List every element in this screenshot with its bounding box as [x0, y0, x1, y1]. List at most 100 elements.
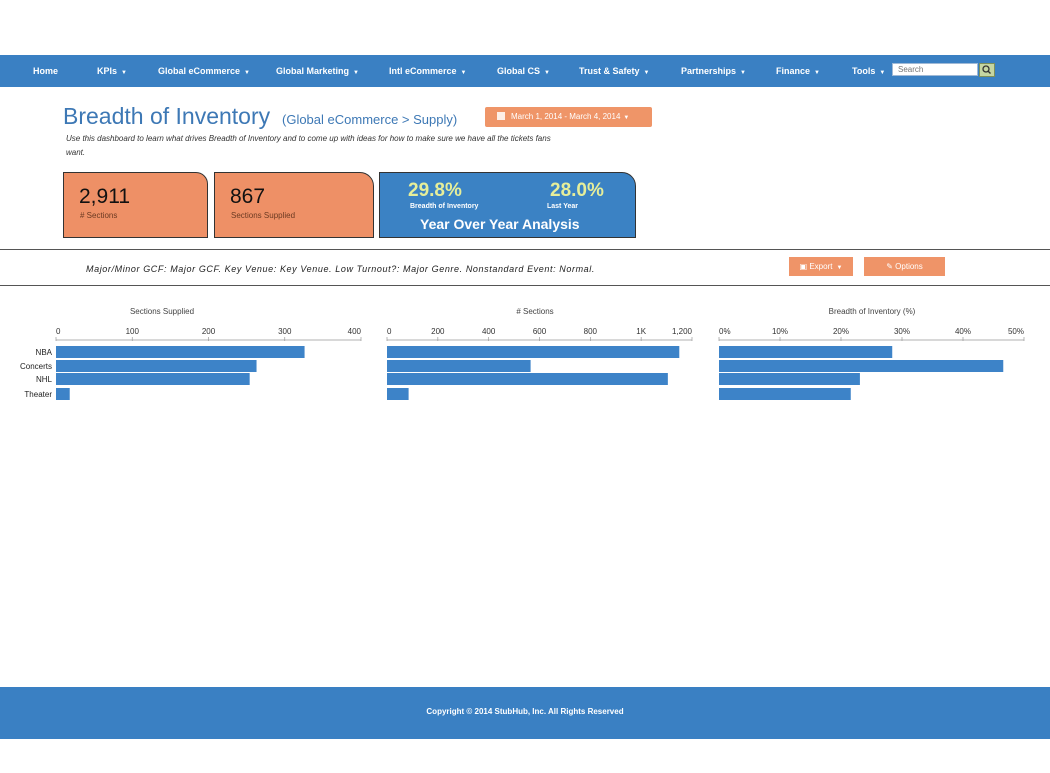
export-button[interactable]: ▣ Export ▼	[789, 257, 853, 276]
bar-nba[interactable]	[56, 346, 305, 358]
bar-nba[interactable]	[387, 346, 680, 358]
nav-kpis-label: KPIs	[97, 66, 118, 76]
tick-label: 30%	[894, 327, 910, 336]
chevron-down-icon: ▼	[353, 70, 359, 76]
nav-global-ecommerce[interactable]: Global eCommerce ▼	[158, 55, 250, 87]
bar-theater[interactable]	[719, 388, 851, 400]
category-label: Theater	[24, 390, 52, 399]
nav-finance[interactable]: Finance ▼	[776, 55, 820, 87]
category-label: NBA	[36, 348, 53, 357]
breadcrumb: (Global eCommerce > Supply)	[282, 112, 458, 127]
nav-finance-label: Finance	[776, 66, 811, 76]
nav-kpis[interactable]: KPIs ▼	[97, 55, 127, 87]
divider	[0, 249, 1050, 250]
tick-label: 40%	[955, 327, 971, 336]
nav-global-ecommerce-label: Global eCommerce	[158, 66, 241, 76]
calendar-icon	[497, 112, 505, 120]
category-label: NHL	[36, 375, 53, 384]
yoy-last-value: 28.0%	[550, 180, 604, 201]
nav-global-marketing[interactable]: Global Marketing ▼	[276, 55, 359, 87]
bar-nba[interactable]	[719, 346, 893, 358]
tick-label: 1,200	[672, 327, 693, 336]
nav-global-marketing-label: Global Marketing	[276, 66, 350, 76]
tick-label: 0	[56, 327, 61, 336]
chevron-down-icon: ▼	[879, 70, 886, 76]
tick-label: 50%	[1008, 327, 1024, 336]
nav-global-cs-label: Global CS	[497, 66, 541, 76]
chevron-down-icon: ▼	[643, 70, 650, 76]
dashboard-description: Use this dashboard to learn what drives …	[66, 134, 551, 157]
kpi-sections-label: # Sections	[80, 211, 118, 220]
kpi-supplied-value: 867	[230, 185, 266, 208]
nav-tools-label: Tools	[852, 66, 876, 76]
yoy-current-value: 29.8%	[408, 180, 462, 201]
date-range-label: March 1, 2014 - March 4, 2014	[511, 112, 621, 121]
tick-label: 400	[482, 327, 496, 336]
chart-title[interactable]: # Sections	[516, 307, 553, 316]
kpi-card-sections-supplied: 867 Sections Supplied	[214, 172, 374, 238]
nav-tools[interactable]: Tools ▼	[852, 55, 885, 87]
options-button[interactable]: ✎ Options	[864, 257, 945, 276]
bar-nhl[interactable]	[56, 373, 250, 385]
nav-intl-ecommerce-label: Intl eCommerce	[389, 66, 457, 76]
nav-trust-safety-label: Trust & Safety	[579, 66, 640, 76]
chevron-down-icon: ▼	[244, 70, 250, 76]
chevron-down-icon: ▼	[836, 265, 843, 271]
bar-concerts[interactable]	[56, 360, 257, 372]
bar-concerts[interactable]	[719, 360, 1004, 372]
export-label: Export	[809, 262, 833, 271]
chart-title[interactable]: Breadth of Inventory (%)	[829, 307, 916, 316]
kpi-sections-value: 2,911	[79, 185, 130, 208]
kpi-card-yoy: 29.8% Breadth of Inventory 28.0% Last Ye…	[379, 172, 636, 238]
nav-partnerships[interactable]: Partnerships ▼	[681, 55, 746, 87]
kpi-card-sections: 2,911 # Sections	[63, 172, 208, 238]
filter-summary: Major/Minor GCF: Major GCF. Key Venue: K…	[86, 264, 595, 274]
nav-home[interactable]: Home	[33, 55, 58, 87]
nav-trust-safety[interactable]: Trust & Safety ▼	[579, 55, 649, 87]
yoy-title: Year Over Year Analysis	[420, 216, 580, 232]
nav-partnerships-label: Partnerships	[681, 66, 737, 76]
category-label: Concerts	[20, 362, 52, 371]
options-label: Options	[895, 262, 923, 271]
bar-nhl[interactable]	[387, 373, 668, 385]
divider	[0, 285, 1050, 286]
tick-label: 300	[278, 327, 292, 336]
tick-label: 600	[533, 327, 547, 336]
copyright-text: Copyright © 2014 StubHub, Inc. All Right…	[426, 707, 624, 716]
chart-title[interactable]: Sections Supplied	[130, 307, 194, 316]
chevron-down-icon: ▼	[121, 70, 127, 76]
export-icon: ▣	[799, 262, 810, 271]
tick-label: 1K	[636, 327, 646, 336]
chevron-down-icon: ▼	[814, 70, 820, 76]
bar-charts: Sections Supplied 0 100 200 300 400 NBA Concert…	[20, 307, 1025, 400]
nav-global-cs[interactable]: Global CS ▼	[497, 55, 550, 87]
page-title: Breadth of Inventory	[63, 103, 271, 129]
search-button[interactable]	[979, 63, 995, 77]
kpi-supplied-label: Sections Supplied	[231, 211, 296, 220]
search-input[interactable]	[892, 63, 978, 76]
tick-label: 400	[348, 327, 362, 336]
yoy-last-label: Last Year	[547, 203, 579, 210]
date-range-picker[interactable]: March 1, 2014 - March 4, 2014 ▼	[485, 107, 652, 127]
chevron-down-icon: ▼	[544, 70, 550, 76]
nav-intl-ecommerce[interactable]: Intl eCommerce ▼	[389, 55, 466, 87]
chevron-down-icon: ▼	[623, 115, 630, 121]
tick-label: 800	[584, 327, 598, 336]
tick-label: 200	[431, 327, 445, 336]
bar-nhl[interactable]	[719, 373, 860, 385]
bar-concerts[interactable]	[387, 360, 531, 372]
footer: Copyright © 2014 StubHub, Inc. All Right…	[0, 687, 1050, 739]
tick-label: 0%	[719, 327, 731, 336]
search-icon	[982, 65, 991, 74]
tick-label: 10%	[772, 327, 788, 336]
options-icon: ✎	[886, 262, 896, 271]
bar-theater[interactable]	[56, 388, 70, 400]
tick-label: 0	[387, 327, 392, 336]
chevron-down-icon: ▼	[740, 70, 746, 76]
tick-label: 20%	[833, 327, 849, 336]
nav-home-label: Home	[33, 66, 59, 76]
yoy-current-label: Breadth of Inventory	[410, 203, 479, 210]
tick-label: 100	[126, 327, 140, 336]
bar-theater[interactable]	[387, 388, 409, 400]
tick-label: 200	[202, 327, 216, 336]
